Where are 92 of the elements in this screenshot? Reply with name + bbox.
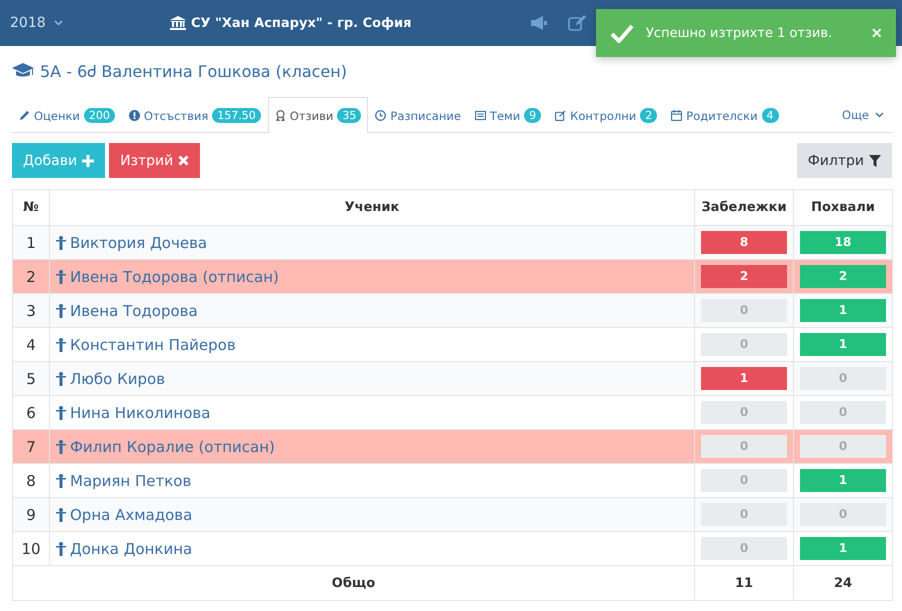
count-badge: 157.50 [212,108,261,123]
remarks-count: 0 [701,503,787,526]
praises-count: 0 [800,367,886,390]
row-number: 1 [26,234,36,252]
total-praises: 24 [834,576,852,590]
praises-count: 1 [800,469,886,492]
praises-count: 1 [800,299,886,322]
person-icon [56,304,66,318]
remarks-count: 8 [701,231,787,254]
remarks-count: 0 [701,435,787,458]
chevron-down-icon [875,112,884,118]
list-icon [474,110,486,121]
remarks-count: 2 [701,265,787,288]
calendar-icon [671,110,682,121]
person-icon [56,440,66,454]
count-badge: 200 [84,108,115,123]
remarks-count: 0 [701,299,787,322]
column-header: № [12,190,50,226]
student-link[interactable]: Филип Коралие (отписан) [70,438,275,456]
remarks-count: 0 [701,537,787,560]
row-number: 6 [26,404,36,422]
student-link[interactable]: Мариян Петков [70,472,192,490]
remarks-count: 0 [701,401,787,424]
praises-count: 0 [800,435,886,458]
person-icon [56,372,66,386]
row-number: 8 [26,472,36,490]
row-number: 7 [26,438,36,456]
graduation-cap-icon [12,63,34,79]
school-name: СУ "Хан Аспарух" - гр. София [191,16,412,30]
year-dropdown[interactable]: 2018 [10,15,170,31]
person-icon [56,236,66,250]
ribbon-icon [274,110,286,121]
pencil-icon [19,110,30,121]
alert-icon [128,110,140,121]
delete-button[interactable]: Изтрий [109,143,200,178]
row-number: 9 [26,506,36,524]
chevron-down-icon [54,20,63,26]
close-icon [178,155,190,166]
student-link[interactable]: Орна Ахмадова [70,506,192,524]
student-link[interactable]: Нина Николинова [70,404,210,422]
student-link[interactable]: Ивена Тодорова (отписан) [70,268,279,286]
edit-icon [555,110,566,121]
count-badge: 9 [524,108,542,123]
more-dropdown[interactable]: Още [842,98,892,132]
person-icon [56,270,66,284]
total-label: Общо [332,576,376,590]
tab[interactable]: Родителски 4 [664,98,786,132]
student-link[interactable]: Донка Донкина [70,540,192,558]
building-icon [170,16,186,30]
row-number: 5 [26,370,36,388]
tab[interactable]: Отзиви 35 [268,97,368,133]
student-link[interactable]: Любо Киров [70,370,166,388]
row-number: 3 [26,302,36,320]
student-link[interactable]: Константин Пайеров [70,336,236,354]
total-remarks: 11 [734,576,754,590]
plus-icon [82,154,94,166]
tab[interactable]: Оценки 200 [12,98,122,132]
edit-icon[interactable] [568,15,586,31]
remarks-count: 1 [701,367,787,390]
person-icon [56,474,66,488]
praises-count: 1 [800,333,886,356]
row-number: 2 [26,268,36,286]
remarks-count: 0 [701,469,787,492]
person-icon [56,508,66,522]
page-title: 5А - 6Ꮷ Валентина Гошкова (класен) [40,62,347,80]
row-number: 4 [26,336,36,354]
person-icon [56,542,66,556]
count-badge: 4 [762,108,779,123]
student-link[interactable]: Виктория Дочева [70,234,208,252]
remarks-count: 0 [701,333,787,356]
praises-count: 0 [800,401,886,424]
person-icon [56,338,66,352]
praises-count: 18 [800,231,886,254]
count-badge: 2 [640,108,658,123]
column-header: Ученик [50,190,694,226]
tab[interactable]: Разписание [368,98,468,132]
count-badge: 35 [337,108,362,123]
toast-message: Успешно изтрихте 1 отзив. [646,26,834,40]
filter-icon [869,154,881,166]
checkmark-icon [610,23,634,43]
person-icon [56,406,66,420]
row-number: 10 [21,540,41,558]
clock-icon [375,110,386,121]
tab[interactable]: Контролни 2 [548,98,664,132]
praises-count: 1 [800,537,886,560]
praises-count: 2 [800,265,886,288]
tab[interactable]: Теми 9 [468,98,548,132]
praises-count: 0 [800,503,886,526]
filters-button[interactable]: Филтри [796,143,892,178]
student-link[interactable]: Ивена Тодорова [70,302,198,320]
tab[interactable]: Отсъствия 157.50 [122,98,268,132]
megaphone-icon[interactable] [530,15,548,31]
